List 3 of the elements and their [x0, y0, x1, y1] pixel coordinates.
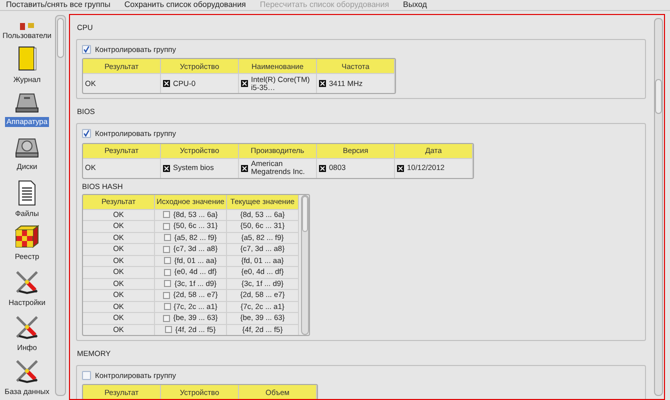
menu-item[interactable]: Поставить/снять все группы [6, 1, 110, 9]
menu-item[interactable]: Выход [403, 1, 427, 9]
menu-item[interactable]: Сохранить список оборудования [124, 1, 246, 9]
